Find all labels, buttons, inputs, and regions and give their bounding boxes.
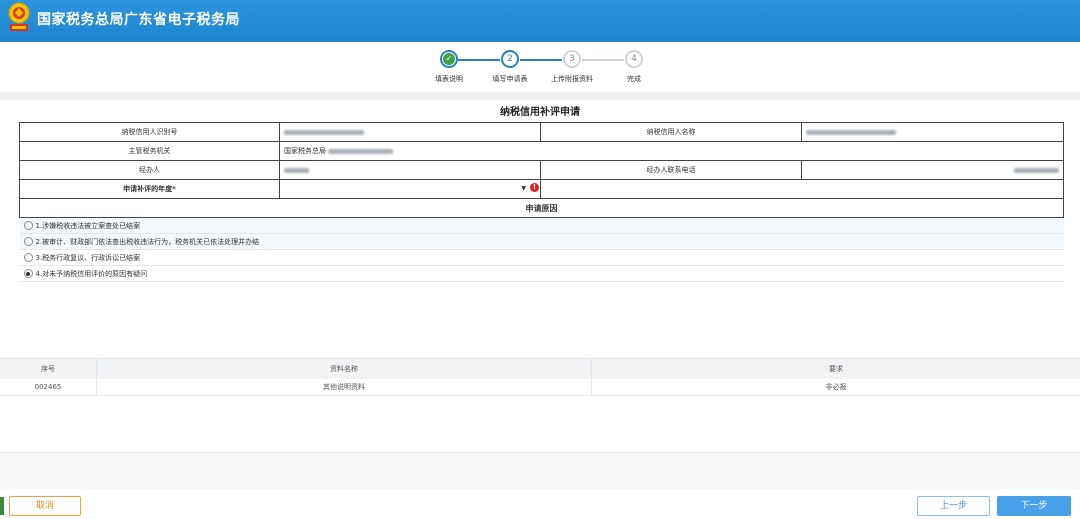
reason-option-label: 3.税务行政复议、行政诉讼已结案 — [35, 253, 141, 262]
radio-icon[interactable] — [23, 221, 33, 230]
row-requirement: 非必报 — [825, 383, 847, 391]
reason-option-label: 4.对未予纳税信用评价的原因有疑问 — [35, 269, 148, 278]
tax-authority-label: 主管税务机关 — [19, 141, 280, 161]
radio-icon[interactable] — [23, 253, 33, 262]
reason-option-3[interactable]: 3.税务行政复议、行政诉讼已结案 — [19, 249, 1064, 266]
redacted-value — [328, 148, 394, 154]
reason-option-label: 1.涉嫌税收违法被立案查处已结案 — [35, 221, 141, 230]
section-divider — [0, 92, 1080, 100]
progress-stepper: ✓ 2 3 4 填表说明 填写申请表 上传附报资料 完成 — [0, 42, 1080, 92]
step-2-circle: 2 — [501, 50, 519, 68]
next-step-button[interactable]: 下一步 — [997, 496, 1071, 516]
handler-label: 经办人 — [19, 160, 280, 180]
step-connector — [458, 59, 500, 61]
radio-icon[interactable] — [23, 237, 33, 246]
year-select[interactable]: ▼ ! — [279, 179, 541, 199]
step-3-label: 上传附报资料 — [551, 75, 593, 83]
year-label: 申请补评的年度* — [19, 179, 280, 199]
redacted-value — [284, 167, 309, 173]
redacted-value — [806, 129, 896, 135]
reason-option-2[interactable]: 2.被审计、财政部门依法查出税收违法行为，税务机关已依法处理并办结 — [19, 233, 1064, 250]
error-icon: ! — [530, 183, 539, 192]
step-1-label: 填表说明 — [435, 75, 463, 83]
reason-option-1[interactable]: 1.涉嫌税收违法被立案查处已结案 — [19, 217, 1064, 234]
radio-selected-icon[interactable] — [23, 269, 33, 278]
tax-emblem-icon — [8, 2, 30, 31]
chevron-down-icon[interactable]: ▼ — [521, 185, 526, 192]
column-header-name: 资料名称 — [330, 365, 358, 373]
tax-authority-value: 国家税务总局 — [284, 147, 326, 155]
cancel-button[interactable]: 取消 — [9, 496, 81, 516]
column-header-requirement: 要求 — [829, 365, 843, 373]
form-title: 纳税信用补评申请 — [500, 107, 580, 118]
taxpayer-id-field[interactable] — [279, 122, 541, 142]
redacted-value — [284, 129, 364, 135]
side-tab[interactable] — [0, 497, 4, 515]
column-header-index: 序号 — [41, 365, 55, 373]
step-3-circle: 3 — [563, 50, 581, 68]
attachments-header: 序号 资料名称 要求 — [0, 358, 1080, 380]
table-row[interactable]: 002465 其他说明资料 非必报 — [0, 379, 1080, 396]
previous-step-button[interactable]: 上一步 — [917, 496, 990, 516]
step-4-circle: 4 — [625, 50, 643, 68]
redacted-value — [1014, 167, 1059, 173]
row-index: 002465 — [34, 383, 62, 391]
step-1-done-icon: ✓ — [440, 50, 458, 68]
handler-phone-field[interactable] — [801, 160, 1064, 180]
handler-phone-label: 经办人联系电话 — [540, 160, 802, 180]
reason-header: 申请原因 — [19, 198, 1064, 218]
row-name: 其他说明资料 — [323, 383, 365, 391]
site-title: 国家税务总局广东省电子税务局 — [37, 12, 240, 28]
step-connector — [582, 59, 624, 61]
grid-footer-area — [0, 452, 1080, 490]
reason-option-label: 2.被审计、财政部门依法查出税收违法行为，税务机关已依法处理并办结 — [35, 237, 260, 246]
taxpayer-name-field[interactable] — [801, 122, 1064, 142]
handler-field[interactable] — [279, 160, 541, 180]
top-bar: 国家税务总局广东省电子税务局 — [0, 0, 1080, 42]
step-connector — [520, 59, 562, 61]
reason-option-4[interactable]: 4.对未予纳税信用评价的原因有疑问 — [19, 265, 1064, 282]
step-4-label: 完成 — [627, 75, 641, 83]
tax-authority-field[interactable]: 国家税务总局 — [279, 141, 1064, 161]
step-2-label: 填写申请表 — [492, 75, 528, 83]
taxpayer-id-label: 纳税信用人识别号 — [19, 122, 280, 142]
year-spacer — [540, 179, 1064, 199]
application-form: 纳税信用人识别号 纳税信用人名称 主管税务机关 国家税务总局 经办人 经办人联系… — [19, 122, 1064, 282]
taxpayer-name-label: 纳税信用人名称 — [540, 122, 802, 142]
